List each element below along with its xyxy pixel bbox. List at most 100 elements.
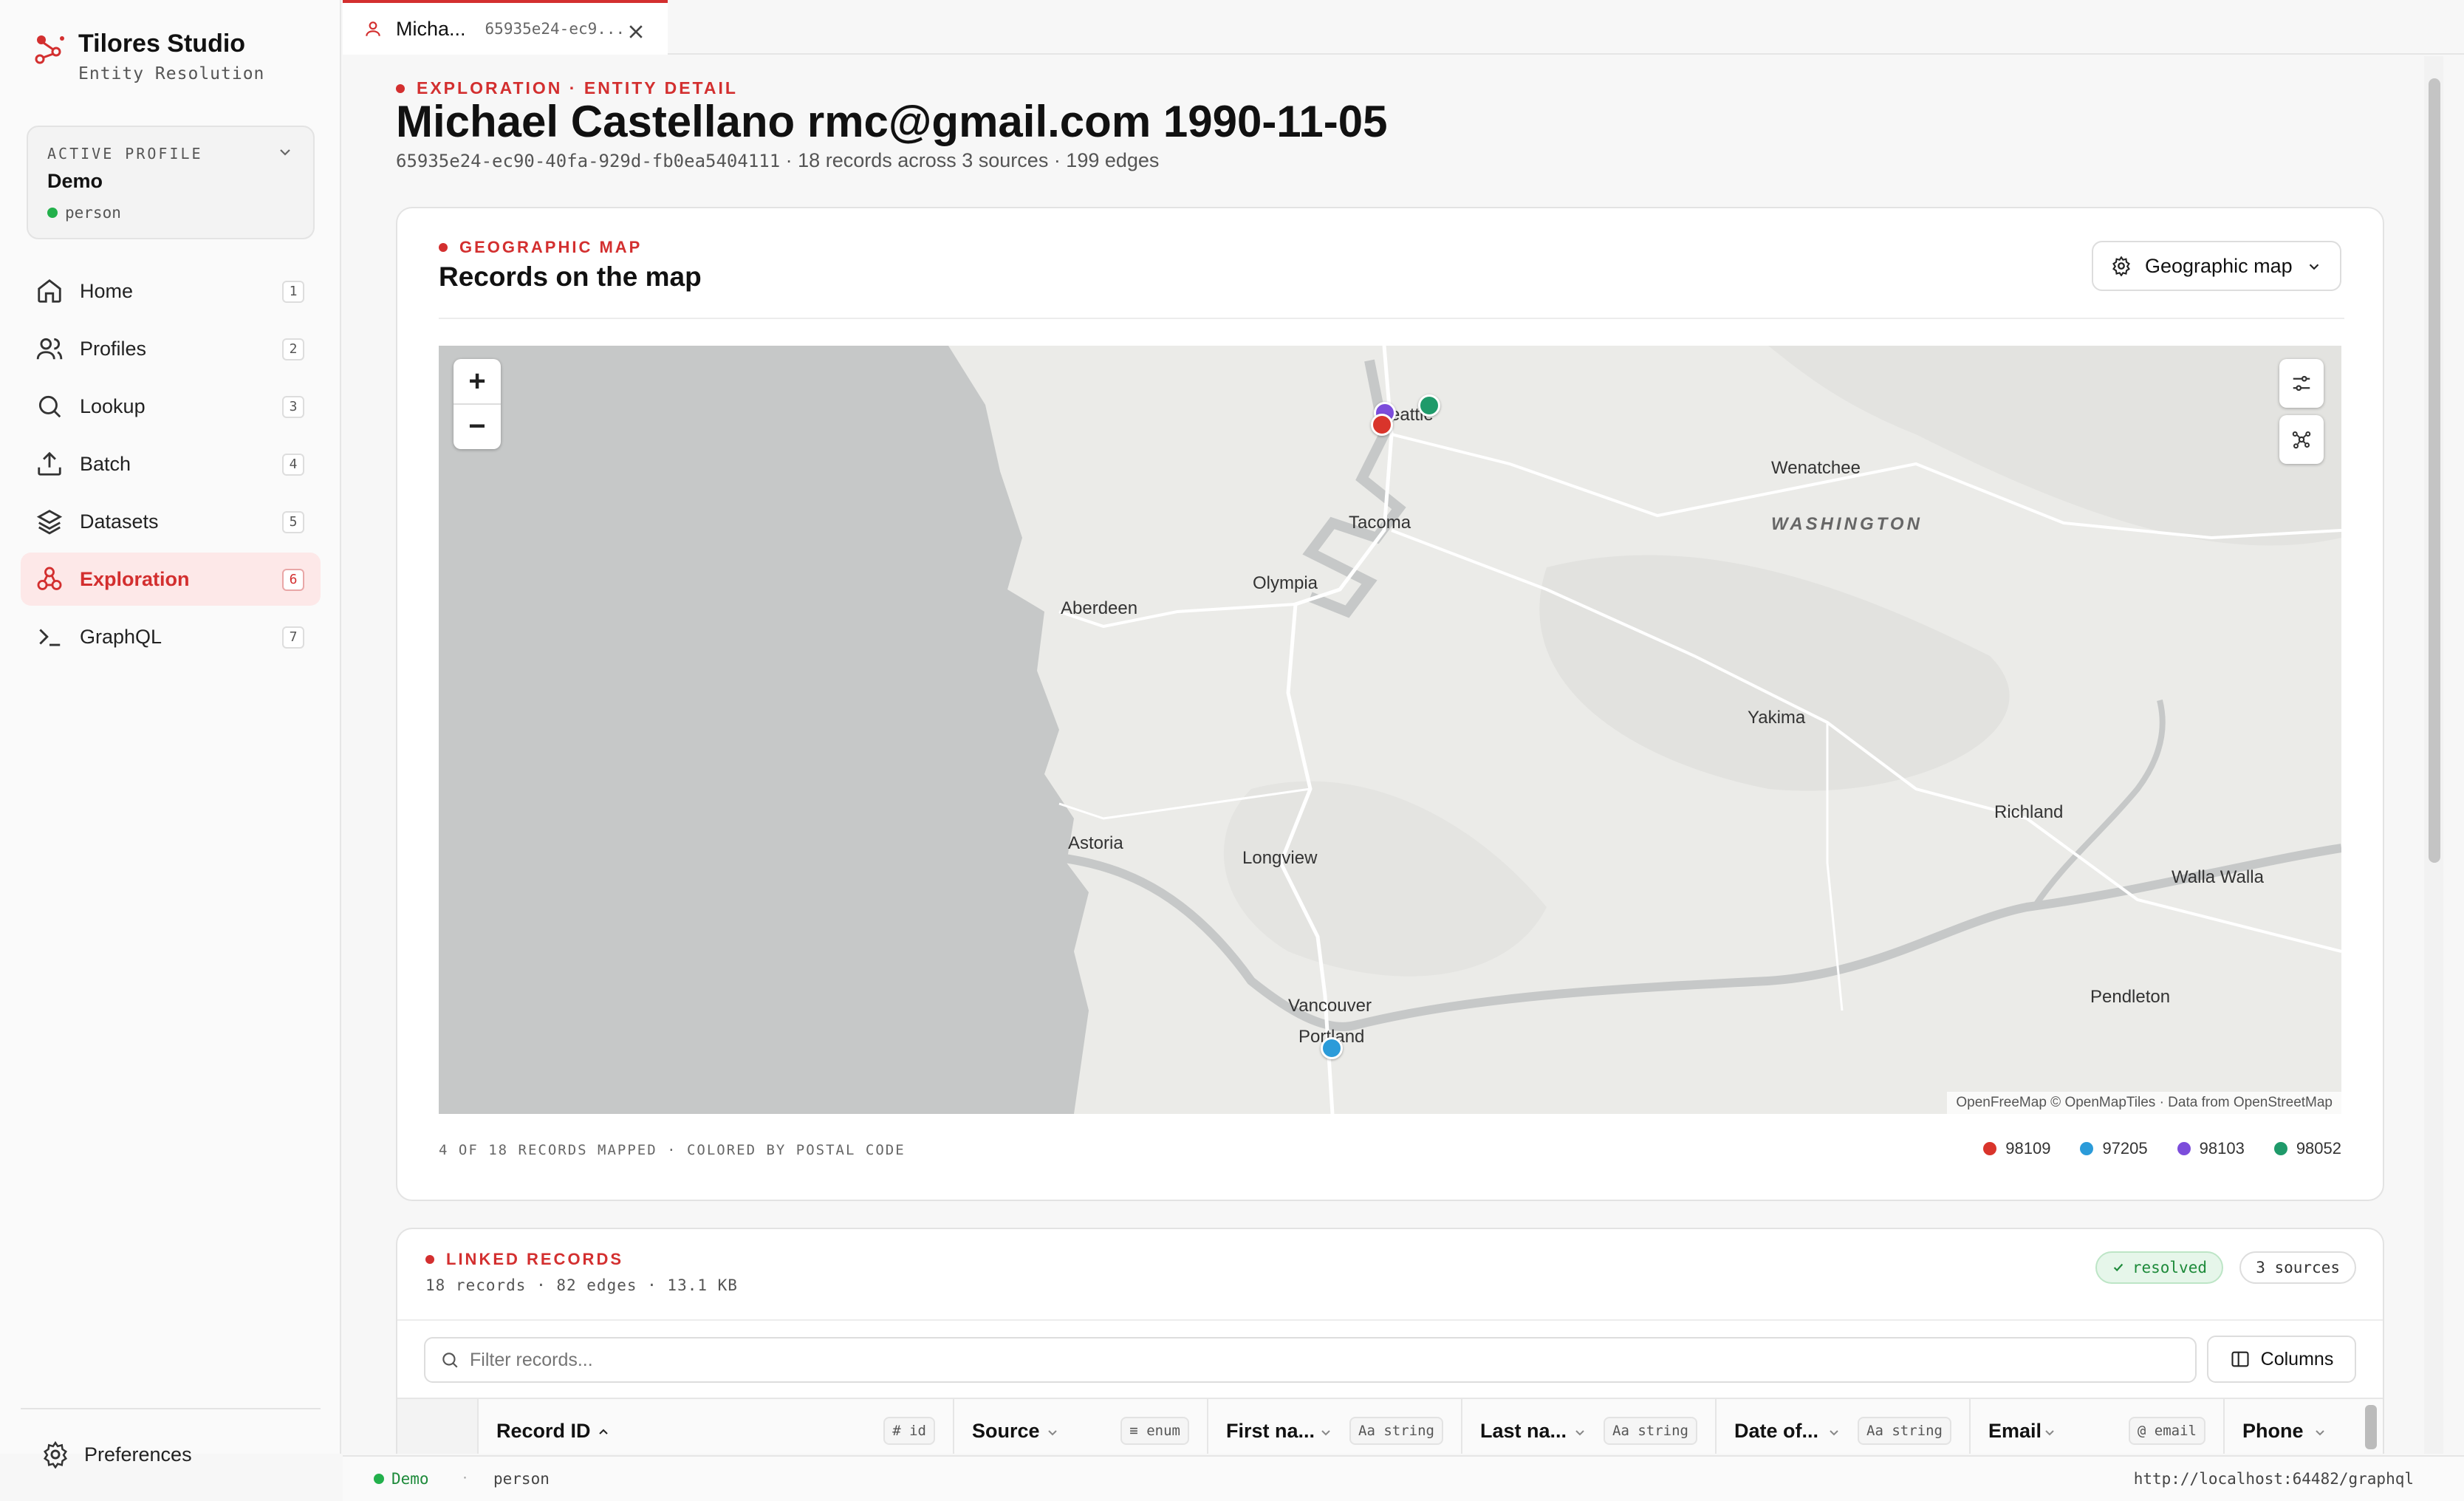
chevron-down-icon <box>2309 264 2319 270</box>
tab-bar: Micha... 65935e24-ec9... <box>343 0 2464 55</box>
preferences-button[interactable]: Preferences <box>41 1440 192 1468</box>
map-settings-button[interactable] <box>2279 359 2324 408</box>
gear-icon <box>43 1440 68 1468</box>
legend-swatch <box>2080 1142 2094 1155</box>
filter-records-field[interactable] <box>424 1337 2197 1383</box>
gear-icon <box>2112 256 2130 276</box>
preferences-label: Preferences <box>84 1443 192 1466</box>
tab-entity[interactable]: Micha... 65935e24-ec9... <box>343 0 668 55</box>
legend-item: 97205 <box>2080 1139 2148 1158</box>
zoom-in-button[interactable]: + <box>454 359 501 403</box>
city-label: Tacoma <box>1349 513 1411 533</box>
status-profile: Demo <box>374 1470 429 1488</box>
check-icon <box>2113 1263 2124 1272</box>
column-type-badge: # id <box>883 1417 935 1445</box>
close-icon[interactable] <box>626 22 646 41</box>
nav-label: Lookup <box>80 394 146 417</box>
nav-label: Home <box>80 279 134 302</box>
chevron-down-icon <box>1048 1430 1057 1436</box>
sidebar: Tilores Studio Entity Resolution ACTIVE … <box>0 0 341 1468</box>
linked-records-card: LINKED RECORDS 18 records · 82 edges · 1… <box>396 1228 2384 1454</box>
nav-item-datasets[interactable]: Datasets 5 <box>21 495 321 548</box>
column-header-date-of-birth[interactable]: Date of... Aa string <box>1717 1399 1971 1454</box>
nav-item-lookup[interactable]: Lookup 3 <box>21 380 321 433</box>
users-icon <box>36 338 63 360</box>
city-label: Olympia <box>1253 573 1318 593</box>
map-cluster-button[interactable] <box>2279 415 2324 464</box>
columns-button[interactable]: Columns <box>2207 1336 2356 1383</box>
divider <box>397 1319 2383 1321</box>
legend-item: 98052 <box>2273 1139 2341 1158</box>
column-type-badge: @ email <box>2128 1417 2205 1445</box>
column-type-badge: Aa string <box>1858 1417 1951 1445</box>
geographic-map-card: GEOGRAPHIC MAP Records on the map Geogra… <box>396 207 2384 1201</box>
status-dot-icon <box>47 208 58 218</box>
nav-label: Batch <box>80 452 131 475</box>
map-marker-98109[interactable] <box>1371 414 1393 436</box>
active-profile-name: Demo <box>47 170 103 192</box>
status-separator: · <box>462 1468 468 1485</box>
zoom-control: + − <box>454 359 501 449</box>
chevron-down-icon <box>2316 1430 2324 1436</box>
city-label: Aberdeen <box>1061 598 1138 618</box>
shortcut-key: 1 <box>282 281 304 303</box>
tab-title: Micha... <box>396 17 466 40</box>
map-footer: 4 OF 18 RECORDS MAPPED · COLORED BY POST… <box>439 1142 906 1158</box>
shortcut-key: 4 <box>282 454 304 476</box>
city-label: Wenatchee <box>1771 458 1861 478</box>
entity-meta: 65935e24-ec90-40fa-929d-fb0ea5404111 · 1… <box>396 149 1159 172</box>
column-header-email[interactable]: Email @ email <box>1971 1399 2225 1454</box>
map-viewport[interactable]: Seattle Wenatchee WASHINGTON Tacoma Olym… <box>439 346 2341 1114</box>
nav-label: Datasets <box>80 510 159 533</box>
person-icon <box>366 21 380 36</box>
column-header-record-id[interactable]: Record ID # id <box>479 1399 954 1454</box>
card-title: Records on the map <box>439 261 702 292</box>
dot-icon <box>439 243 448 252</box>
nav-item-profiles[interactable]: Profiles 2 <box>21 322 321 375</box>
nav-item-exploration[interactable]: Exploration 6 <box>21 553 321 606</box>
nav-item-batch[interactable]: Batch 4 <box>21 437 321 490</box>
search-icon <box>442 1353 458 1368</box>
map-marker-97205[interactable] <box>1321 1037 1343 1059</box>
city-label: Longview <box>1242 848 1318 868</box>
dot-icon <box>425 1255 434 1264</box>
card-eyebrow: LINKED RECORDS <box>425 1250 623 1269</box>
sources-badge: 3 sources <box>2239 1251 2356 1284</box>
sort-ascending-icon <box>599 1429 608 1435</box>
city-label: Richland <box>1994 802 2064 822</box>
legend-swatch <box>1983 1142 1997 1155</box>
brand[interactable]: Tilores Studio Entity Resolution <box>32 30 264 83</box>
sliders-icon <box>2293 375 2310 392</box>
dot-icon <box>396 83 405 93</box>
column-header-phone[interactable]: Phone <box>2225 1399 2365 1454</box>
chevron-down-icon <box>1575 1430 1584 1436</box>
page-scrollbar[interactable] <box>2424 56 2443 1454</box>
state-label: WASHINGTON <box>1771 514 1923 534</box>
shortcut-key: 6 <box>282 569 304 591</box>
chevron-down-icon <box>280 149 290 156</box>
active-profile-label: ACTIVE PROFILE <box>47 145 203 163</box>
upload-icon <box>38 451 61 476</box>
filter-records-input[interactable] <box>470 1349 2095 1371</box>
city-label: Pendleton <box>2090 987 2171 1007</box>
scrollbar-thumb[interactable] <box>2429 78 2440 863</box>
card-eyebrow: GEOGRAPHIC MAP <box>439 238 642 257</box>
map-marker-98052[interactable] <box>1418 394 1440 417</box>
map-attribution[interactable]: OpenFreeMap © OpenMapTiles · Data from O… <box>1947 1092 2341 1114</box>
column-header-source[interactable]: Source ≡ enum <box>954 1399 1208 1454</box>
view-selector[interactable]: Geographic map <box>2092 241 2341 291</box>
nav-item-graphql[interactable]: GraphQL 7 <box>21 610 321 663</box>
home-icon <box>38 278 61 303</box>
tilores-logo-icon <box>35 35 64 64</box>
nav-label: Exploration <box>80 567 190 590</box>
breadcrumb: EXPLORATION · ENTITY DETAIL <box>396 78 738 98</box>
city-label: Vancouver <box>1288 996 1372 1016</box>
zoom-out-button[interactable]: − <box>454 403 501 448</box>
nav-item-home[interactable]: Home 1 <box>21 264 321 318</box>
table-scrollbar[interactable] <box>2365 1405 2377 1449</box>
active-profile-selector[interactable]: ACTIVE PROFILE Demo person <box>27 126 315 239</box>
column-header-first-name[interactable]: First na... Aa string <box>1208 1399 1462 1454</box>
entity-summary: · 18 records across 3 sources · 199 edge… <box>780 149 1160 171</box>
brand-subtitle: Entity Resolution <box>78 64 265 83</box>
column-header-last-name[interactable]: Last na... Aa string <box>1462 1399 1717 1454</box>
